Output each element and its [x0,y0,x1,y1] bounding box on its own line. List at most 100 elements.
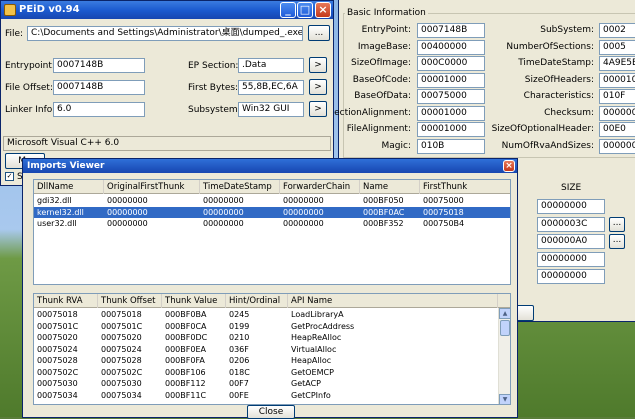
pe-field-value[interactable]: 010B [417,138,485,154]
table-row[interactable]: 00075018 00075018 000BF0BA 0245 LoadLibraryA [34,309,510,320]
column-header[interactable]: API Name [288,294,498,308]
pe-field-value[interactable]: 0000001 [599,138,635,154]
column-header[interactable]: ForwarderChain [280,180,360,194]
stay-on-top-checkbox[interactable]: ✓ [5,172,14,181]
table-row[interactable]: 00075034 00075034 000BF11C 00FE GetCPInfo [34,390,510,401]
column-header[interactable]: Thunk Offset [98,294,162,308]
size-value[interactable]: 00000000 [537,251,605,267]
size-value[interactable]: 0000003C [537,216,605,232]
table-cell: 00000000 [107,196,148,205]
entrypoint-field[interactable]: 0007148B [53,58,145,73]
pe-field-value[interactable]: 00001000 [417,105,485,121]
thunk-list[interactable]: Thunk RVA Thunk Offset Thunk Value Hint/Ord… [33,293,511,405]
column-header[interactable]: TimeDateStamp [200,180,280,194]
pe-field-value[interactable]: 000C0000 [417,56,485,71]
column-header[interactable]: Name [360,180,420,194]
pe-field-value[interactable]: 0002 [599,23,635,38]
file-path-field[interactable]: C:\Documents and Settings\Administrator\… [27,26,303,41]
pe-field-value[interactable]: 00001000 [417,122,485,137]
column-header[interactable]: Thunk RVA [34,294,98,308]
table-cell: 00075034 [101,390,142,400]
linker-info-label: Linker Info: [5,105,56,115]
table-row[interactable]: kernel32.dll 00000000 00000000 00000000 000B… [34,206,510,218]
pe-field-value[interactable]: 4A9E5E8 [599,56,635,71]
table-cell: 00000000 [283,196,324,205]
pe-field-value[interactable]: 00001000 [417,72,485,88]
column-header[interactable]: FirstThunk [420,180,510,194]
size-browse-button[interactable]: ... [609,234,625,249]
table-cell: 000BF112 [165,379,206,388]
pe-field-label: SectionAlignment: [328,107,411,118]
first-bytes-label: First Bytes: [188,83,239,93]
linker-info-field[interactable]: 6.0 [53,102,145,117]
table-cell: 000BF106 [165,367,206,377]
minimize-button[interactable]: _ [280,2,296,18]
subsystem-field[interactable]: Win32 GUI [238,102,304,117]
column-header[interactable]: DllName [34,180,104,194]
table-cell: 00000000 [107,207,148,217]
basic-information-label: Basic Information [345,8,428,18]
pe-field-label: SizeOfHeaders: [524,74,594,85]
close-icon[interactable]: × [315,2,331,18]
pe-field-value[interactable]: 00E0 [599,122,635,137]
size-browse-button[interactable]: ... [609,216,625,232]
pe-field-label: NumOfRvaAndSizes: [501,140,594,151]
pe-field-value[interactable]: 010F [599,89,635,104]
table-cell: 00075018 [37,310,78,319]
pe-field-value[interactable]: 0000000 [599,105,635,121]
table-row[interactable]: 00075030 00075030 000BF112 00F7 GetACP [34,378,510,389]
scroll-down-icon[interactable]: ▼ [499,394,510,404]
table-cell: 000BF0BA [165,310,207,319]
table-row[interactable]: 0007502C 0007502C 000BF106 018C GetOEMCP [34,367,510,378]
table-row[interactable]: gdi32.dll 00000000 00000000 00000000 000BF05… [34,195,510,206]
table-cell: 00075030 [37,379,78,388]
file-offset-field[interactable]: 0007148B [53,80,145,95]
table-row[interactable]: user32.dll 00000000 00000000 00000000 000BF3… [34,218,510,229]
size-value[interactable]: 00000000 [537,269,605,284]
column-header[interactable]: OriginalFirstThunk [104,180,200,194]
table-cell: 0206 [229,356,250,365]
ep-section-field[interactable]: .Data [238,58,304,73]
table-cell: GetCPInfo [291,390,331,400]
first-bytes-more-button[interactable]: > [309,79,327,95]
table-cell: 00000000 [203,196,244,205]
imports-close-icon[interactable]: × [503,160,515,172]
table-cell: 00075028 [37,356,78,365]
table-row[interactable]: 00075020 00075020 000BF0DC 0210 HeapReAlloc [34,332,510,343]
table-cell: 018C [229,367,250,377]
scroll-up-icon[interactable]: ▲ [499,308,510,319]
pe-field-value[interactable]: 00075000 [417,89,485,104]
table-cell: HeapReAlloc [291,333,342,342]
ep-section-more-button[interactable]: > [309,57,327,73]
pe-field-value[interactable]: 0000100 [599,72,635,88]
pe-field-value[interactable]: 00400000 [417,39,485,55]
thunk-scrollbar[interactable]: ▲ ▼ [498,308,510,404]
detection-result: Microsoft Visual C++ 6.0 [3,136,331,151]
table-cell: LoadLibraryA [291,310,344,319]
table-row[interactable]: 0007501C 0007501C 000BF0CA 0199 GetProcAddre… [34,321,510,332]
size-value[interactable]: 000000A0 [537,234,605,249]
peid-titlebar[interactable]: PEiD v0.94 _ □ × [1,1,333,19]
table-cell: 00075024 [37,344,78,354]
table-cell: 000BF11C [165,390,207,400]
table-cell: 00075020 [101,333,142,342]
table-cell: 00075030 [101,379,142,388]
maximize-button[interactable]: □ [297,2,313,18]
column-header[interactable]: Hint/Ordinal [226,294,288,308]
table-cell: GetProcAddress [291,321,355,331]
pe-field-value[interactable]: 0007148B [417,23,485,38]
dll-list[interactable]: DllName OriginalFirstThunk TimeDateStamp Fo… [33,179,511,285]
table-cell: 0210 [229,333,250,342]
table-cell: 00000000 [283,219,324,228]
pe-field-label: BaseOfCode: [352,74,411,85]
browse-button[interactable]: ... [308,25,330,41]
first-bytes-field[interactable]: 55,8B,EC,6A [238,80,304,95]
subsystem-more-button[interactable]: > [309,101,327,117]
pe-field-value[interactable]: 0005 [599,39,635,55]
table-row[interactable]: 00075024 00075024 000BF0EA 036F VirtualAlloc [34,344,510,355]
size-value[interactable]: 00000000 [537,199,605,214]
scroll-thumb[interactable] [500,320,510,336]
column-header[interactable]: Thunk Value [162,294,226,308]
table-row[interactable]: 00075028 00075028 000BF0FA 0206 HeapAlloc [34,355,510,366]
imports-titlebar[interactable]: Imports Viewer × [23,159,517,173]
